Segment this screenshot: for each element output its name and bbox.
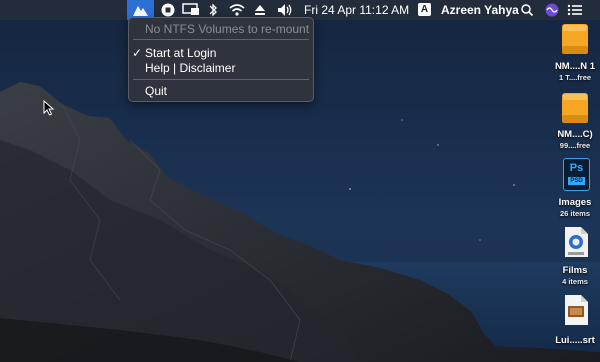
- ntfs-mounter-icon: [133, 6, 148, 16]
- fast-user-switch[interactable]: Azreen Yahya: [441, 0, 519, 20]
- desktop-item-label: Images: [558, 197, 592, 208]
- desktop-item-label: Films: [562, 265, 588, 276]
- external-drive-icon: [562, 24, 588, 54]
- wifi-icon[interactable]: [228, 2, 246, 18]
- menu-separator: [133, 79, 309, 80]
- photoshop-file-icon: Ps PSD: [563, 158, 590, 191]
- ntfs-dropdown-menu: No NTFS Volumes to re-mount ✓ Start at L…: [128, 17, 314, 102]
- menu-item-status: No NTFS Volumes to re-mount: [145, 22, 310, 36]
- desktop-item-info: 99....free: [559, 141, 591, 150]
- spotlight-search-icon[interactable]: [520, 2, 534, 18]
- menu-item-start-at-login[interactable]: Start at Login: [145, 45, 216, 61]
- stop-record-icon[interactable]: [160, 2, 176, 18]
- siri-icon[interactable]: [544, 2, 560, 18]
- desktop-item-info: 4 items: [562, 277, 588, 286]
- desktop-item-label: NM....C): [557, 129, 593, 140]
- notification-center-icon[interactable]: [566, 2, 584, 18]
- desktop-item-label: NM....N 1: [554, 61, 596, 72]
- menu-item-help-disclaimer[interactable]: Help | Disclaimer: [145, 60, 235, 76]
- psd-label: PSD: [568, 177, 585, 185]
- document-file-icon: [565, 295, 588, 325]
- menu-separator: [133, 39, 309, 40]
- volume-icon[interactable]: [276, 2, 294, 18]
- eject-icon[interactable]: [254, 2, 266, 18]
- desktop-item-info: 26 items: [559, 209, 591, 218]
- bluetooth-icon[interactable]: [207, 2, 219, 18]
- desktop-item-label: Lui.....srt: [555, 335, 595, 346]
- checkmark-icon: ✓: [132, 46, 143, 60]
- external-drive-icon: [562, 93, 588, 123]
- input-source-icon[interactable]: A: [418, 3, 431, 16]
- ps-badge: Ps: [569, 162, 584, 174]
- desktop-item-info: 1 T....free: [558, 73, 592, 82]
- mouse-cursor-icon: [43, 100, 55, 116]
- menu-item-quit[interactable]: Quit: [145, 83, 167, 99]
- quicktime-file-icon: [565, 227, 588, 257]
- menu-clock[interactable]: Fri 24 Apr 11:12 AM: [304, 0, 409, 20]
- screen-mirror-icon[interactable]: [182, 2, 200, 18]
